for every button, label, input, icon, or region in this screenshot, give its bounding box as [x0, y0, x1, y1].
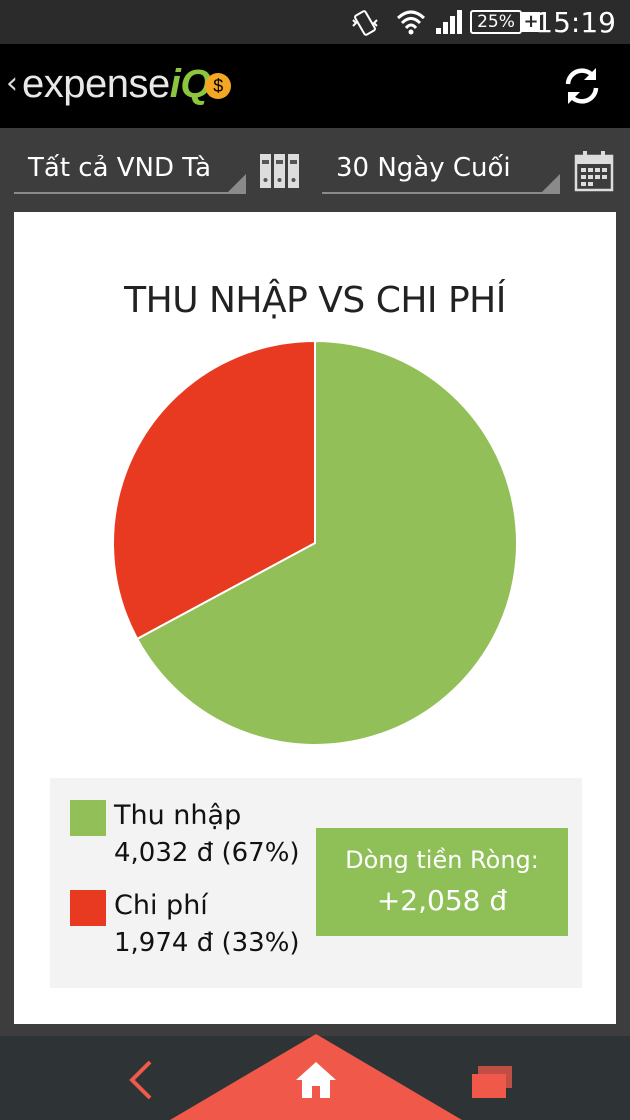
back-chevron-icon[interactable]: ‹	[6, 66, 18, 101]
net-cashflow-value: +2,058 đ	[376, 884, 508, 917]
account-spinner-value: Tất cả VND Tà	[28, 153, 212, 183]
home-icon[interactable]	[294, 1058, 338, 1102]
back-icon[interactable]	[124, 1058, 160, 1102]
date-range-value: 30 Ngày Cuối	[336, 153, 511, 183]
legend-name-income: Thu nhập	[114, 800, 242, 831]
filter-bar: Tất cả VND Tà 30 Ngày Cuối	[0, 128, 630, 212]
legend-name-expense: Chi phí	[114, 890, 208, 921]
clock: 15:19	[535, 6, 616, 39]
dropdown-triangle-icon	[542, 174, 560, 192]
calendar-icon[interactable]	[574, 150, 614, 192]
battery-level: 25%	[470, 10, 522, 34]
chart-card: THU NHẬP VS CHI PHÍ Thu nhập 4,032 đ (67…	[14, 212, 616, 1024]
logo-text: expense	[22, 62, 170, 106]
legend-swatch-income	[70, 800, 106, 836]
app-bar: ‹ expenseiQ $	[0, 44, 630, 128]
app-logo[interactable]: expenseiQ $	[22, 62, 231, 107]
refresh-icon[interactable]	[560, 64, 604, 108]
pie-chart	[112, 339, 518, 746]
wifi-icon	[396, 10, 426, 35]
dropdown-triangle-icon	[228, 174, 246, 192]
account-spinner[interactable]: Tất cả VND Tà	[14, 146, 246, 194]
date-range-spinner[interactable]: 30 Ngày Cuối	[322, 146, 560, 194]
net-cashflow-label: Dòng tiền Ròng:	[345, 846, 539, 874]
legend-box: Thu nhập 4,032 đ (67%) Chi phí 1,974 đ (…	[50, 778, 582, 988]
legend-swatch-expense	[70, 890, 106, 926]
books-icon[interactable]	[258, 152, 302, 190]
vibrate-icon	[352, 10, 378, 36]
legend-value-expense: 1,974 đ (33%)	[114, 928, 300, 958]
net-cashflow-box: Dòng tiền Ròng: +2,058 đ	[316, 828, 568, 936]
legend-value-income: 4,032 đ (67%)	[114, 838, 300, 868]
recents-icon[interactable]	[470, 1064, 514, 1100]
signal-icon	[436, 10, 462, 34]
logo-dollar: $	[204, 73, 231, 100]
status-bar: 25% + 15:19	[0, 0, 630, 44]
